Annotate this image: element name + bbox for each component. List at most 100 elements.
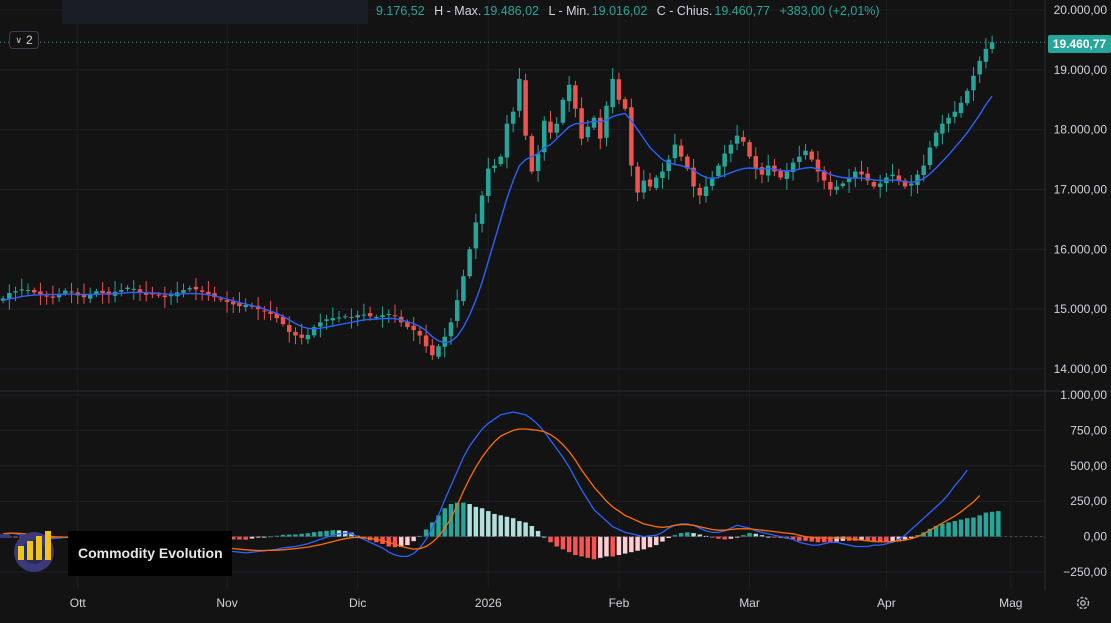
- histogram-bar: [573, 536, 578, 556]
- candle-body: [672, 144, 678, 159]
- histogram-bar: [797, 536, 802, 541]
- histogram-bar: [405, 536, 410, 546]
- candle-body: [877, 183, 883, 187]
- histogram-bar: [834, 536, 839, 542]
- candle-body: [181, 290, 186, 293]
- candle-body: [834, 186, 839, 190]
- histogram-bar: [529, 525, 535, 537]
- candle-body: [946, 117, 951, 124]
- candle-body: [168, 294, 174, 297]
- histogram-bar: [629, 536, 634, 553]
- candle-body: [765, 165, 771, 176]
- candle-body: [454, 300, 460, 321]
- logo-icon: [0, 531, 54, 572]
- histogram-bar: [604, 536, 609, 557]
- candle-body: [573, 85, 578, 109]
- low-label: L - Min.: [548, 4, 590, 18]
- candle-body: [927, 147, 933, 166]
- candle-body: [722, 153, 727, 167]
- candle-body: [871, 181, 877, 187]
- macd-axis-label: 1.000,00: [1060, 388, 1107, 402]
- candle-body: [318, 322, 323, 327]
- histogram-bar: [585, 536, 591, 558]
- candle-body: [342, 316, 348, 318]
- histogram-bar: [598, 536, 603, 558]
- candle-body: [803, 150, 808, 156]
- candle-body: [977, 60, 982, 75]
- histogram-bar: [392, 536, 398, 548]
- time-axis-label: Feb: [609, 596, 630, 610]
- candle-body: [921, 165, 926, 176]
- candle-body: [25, 290, 31, 292]
- gear-icon[interactable]: [1074, 594, 1092, 612]
- macd-axis-label: 0,00: [1084, 530, 1108, 544]
- histogram-bar: [324, 530, 329, 537]
- candle-body: [965, 90, 970, 104]
- candle-body: [436, 346, 441, 357]
- price-axis-label: 14.000,00: [1054, 362, 1108, 376]
- histogram-bar: [548, 536, 553, 543]
- candle-body: [591, 117, 597, 128]
- candle-body: [411, 325, 416, 331]
- histogram-bar: [691, 533, 696, 537]
- candle-body: [958, 102, 964, 114]
- candle-body: [119, 290, 124, 292]
- histogram-bar: [305, 533, 311, 537]
- candle-body: [330, 318, 336, 321]
- candle-body: [287, 325, 292, 332]
- histogram-bar: [517, 521, 522, 537]
- candle-body: [759, 167, 765, 175]
- candle-body: [504, 123, 510, 158]
- price-axis-label: 15.000,00: [1054, 302, 1108, 316]
- candle-body: [430, 345, 435, 356]
- change-value: +383,00 (+2,01%): [779, 4, 880, 18]
- open-value: 9.176,52: [376, 4, 425, 18]
- time-axis-label: Nov: [216, 596, 237, 610]
- candle-body: [629, 107, 634, 166]
- histogram-bar: [560, 536, 566, 550]
- candle-body: [392, 315, 398, 317]
- watermark-text: Commodity Evolution: [78, 545, 223, 561]
- candle-body: [784, 171, 790, 179]
- histogram-bar: [647, 536, 653, 548]
- high-value: 19.486,02: [483, 4, 539, 18]
- close-value: 19.460,77: [714, 4, 770, 18]
- histogram-bar: [996, 511, 1001, 537]
- histogram-bar: [311, 532, 317, 537]
- time-axis-label: Ott: [70, 596, 87, 610]
- candle-body: [423, 335, 429, 347]
- candle-body: [69, 291, 74, 293]
- candle-body: [610, 78, 615, 108]
- histogram-bar: [411, 536, 416, 542]
- candle-body: [554, 123, 559, 133]
- candle-body: [548, 121, 553, 133]
- histogram-bar: [952, 521, 958, 537]
- histogram-bar: [641, 536, 647, 550]
- candle-body: [697, 187, 703, 196]
- candle-body: [641, 180, 647, 193]
- histogram-bar: [678, 533, 684, 537]
- candle-body: [989, 42, 995, 49]
- candle-body: [622, 99, 628, 109]
- candle-body: [374, 316, 379, 318]
- candle-body: [361, 314, 367, 316]
- histogram-bar: [467, 504, 472, 537]
- candle-body: [367, 313, 373, 317]
- candle-body: [131, 288, 136, 290]
- chevron-down-icon: ∨: [15, 34, 22, 45]
- candle-body: [218, 298, 224, 300]
- histogram-bar: [622, 536, 628, 554]
- low-value: 19.016,02: [591, 4, 648, 18]
- time-axis-label: 2026: [475, 596, 502, 610]
- time-axis-label: Apr: [877, 596, 896, 610]
- candle-body: [915, 174, 920, 185]
- histogram-bar: [965, 518, 970, 537]
- candle-body: [417, 331, 423, 336]
- candle-body: [162, 295, 168, 298]
- candle-body: [616, 79, 622, 100]
- candle-body: [187, 288, 192, 290]
- histogram-bar: [473, 506, 479, 537]
- price-axis-label: 17.000,00: [1054, 183, 1108, 197]
- collapse-indicators-button[interactable]: ∨ 2: [9, 31, 39, 49]
- candle-body: [262, 310, 267, 312]
